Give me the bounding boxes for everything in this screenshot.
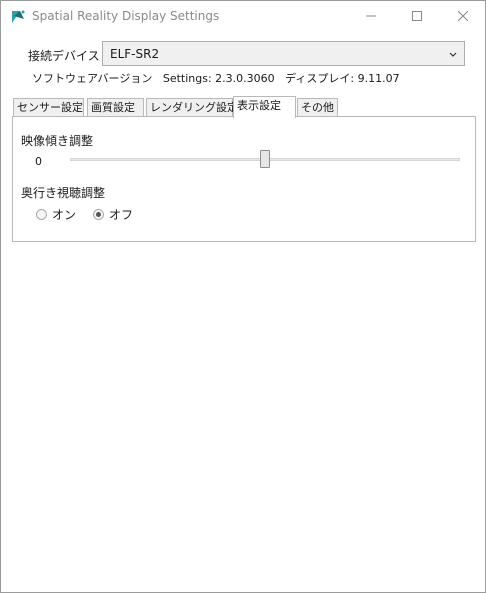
- tilt-value: 0: [35, 155, 42, 168]
- display-settings-panel: 映像傾き調整 0 奥行き視聴調整 オン オフ: [12, 116, 476, 242]
- tab-other[interactable]: その他: [297, 98, 338, 117]
- tab-picture[interactable]: 画質設定: [87, 98, 144, 117]
- title-bar[interactable]: Spatial Reality Display Settings: [1, 1, 485, 33]
- window-title: Spatial Reality Display Settings: [32, 9, 220, 23]
- tilt-adjust-title: 映像傾き調整: [21, 134, 94, 148]
- tab-rendering[interactable]: レンダリング設定: [146, 98, 238, 117]
- device-label: 接続デバイス: [28, 49, 100, 63]
- minimize-icon: [366, 10, 376, 24]
- settings-window: Spatial Reality Display Settings 接続デバイス …: [0, 0, 486, 593]
- chevron-down-icon: [448, 48, 458, 58]
- tilt-slider-thumb[interactable]: [260, 150, 270, 168]
- software-version-label: ソフトウェアバージョン: [32, 72, 153, 85]
- depth-adjust-title: 奥行き視聴調整: [21, 186, 106, 200]
- minimize-button[interactable]: [348, 1, 394, 33]
- display-version: ディスプレイ: 9.11.07: [285, 72, 400, 85]
- radio-checked-icon: [93, 209, 104, 220]
- version-info: ソフトウェアバージョン Settings: 2.3.0.3060 ディスプレイ:…: [32, 70, 400, 86]
- depth-off-label: オフ: [109, 208, 134, 222]
- settings-version: Settings: 2.3.0.3060: [162, 72, 275, 85]
- close-button[interactable]: [440, 1, 486, 33]
- close-icon: [457, 10, 469, 24]
- tab-sensor[interactable]: センサー設定: [13, 98, 84, 117]
- maximize-button[interactable]: [394, 1, 440, 33]
- depth-on-radio[interactable]: オン: [36, 206, 76, 223]
- radio-unchecked-icon: [36, 209, 47, 220]
- device-dropdown[interactable]: ELF-SR2: [102, 41, 465, 66]
- depth-on-label: オン: [52, 208, 77, 222]
- depth-off-radio[interactable]: オフ: [93, 206, 133, 223]
- tab-display[interactable]: 表示設定: [233, 96, 296, 118]
- app-logo-icon: [10, 9, 26, 25]
- maximize-icon: [412, 10, 422, 24]
- device-selected-value: ELF-SR2: [110, 47, 160, 61]
